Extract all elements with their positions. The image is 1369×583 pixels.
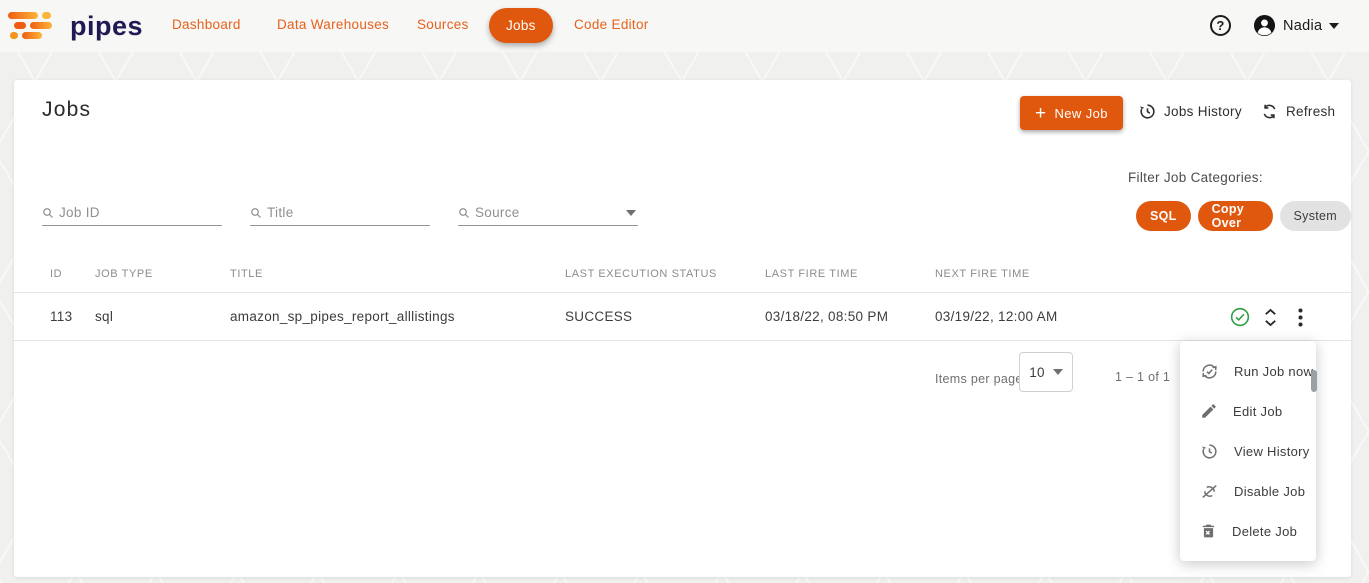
history-clock-icon: [1200, 442, 1219, 461]
table-row: 113 sql amazon_sp_pipes_report_alllistin…: [14, 293, 1351, 341]
menu-item-label: Disable Job: [1234, 484, 1305, 499]
new-job-label: New Job: [1055, 106, 1108, 121]
dropdown-caret-icon: [1053, 369, 1063, 375]
menu-item-edit-job[interactable]: Edit Job: [1180, 391, 1316, 431]
refresh-button[interactable]: Refresh: [1260, 102, 1335, 121]
job-id-filter-field[interactable]: [42, 200, 222, 226]
items-per-page-value: 10: [1029, 365, 1045, 380]
jobs-history-label: Jobs History: [1164, 104, 1242, 119]
cell-next-fire-time: 03/19/22, 12:00 AM: [935, 309, 1058, 324]
chip-sql[interactable]: SQL: [1136, 201, 1191, 231]
col-header-title: TITLE: [230, 268, 263, 280]
nav-item-sources[interactable]: Sources: [417, 17, 469, 32]
run-job-icon: [1200, 362, 1219, 381]
sort-unfold-icon[interactable]: [1263, 308, 1283, 328]
menu-item-run-job-now[interactable]: Run Job now: [1180, 351, 1316, 391]
pagination-range: 1 – 1 of 1: [1115, 370, 1170, 384]
col-header-next-fire-time: NEXT FIRE TIME: [935, 268, 1030, 280]
jobs-history-button[interactable]: Jobs History: [1138, 102, 1242, 121]
new-job-button[interactable]: + New Job: [1020, 96, 1123, 130]
menu-item-disable-job[interactable]: Disable Job: [1180, 471, 1316, 511]
cell-id: 113: [50, 309, 72, 324]
nav-item-dashboard[interactable]: Dashboard: [172, 17, 241, 32]
more-vert-icon[interactable]: [1298, 308, 1318, 328]
filter-categories-label: Filter Job Categories:: [1128, 170, 1263, 185]
items-per-page-label: Items per page:: [935, 372, 1026, 386]
nav-item-jobs-active[interactable]: Jobs: [489, 8, 553, 43]
dropdown-caret-icon: [626, 210, 636, 216]
brand-logo[interactable]: pipes: [8, 9, 143, 43]
table-header-row: ID JOB TYPE TITLE LAST EXECUTION STATUS …: [14, 256, 1351, 293]
chip-copy-over[interactable]: Copy Over: [1198, 201, 1273, 231]
cell-title: amazon_sp_pipes_report_alllistings: [230, 309, 455, 324]
user-menu[interactable]: Nadia: [1253, 14, 1339, 37]
cell-status: SUCCESS: [565, 309, 632, 324]
jobs-panel: Jobs + New Job Jobs History Refresh: [14, 80, 1351, 577]
search-icon: [42, 207, 54, 219]
chevron-down-icon: [1329, 23, 1339, 29]
avatar-icon: [1253, 14, 1276, 37]
top-navigation-bar: pipes Dashboard Data Warehouses Sources …: [0, 0, 1369, 52]
search-icon: [250, 207, 262, 219]
source-select-input[interactable]: [475, 205, 621, 220]
user-name: Nadia: [1283, 18, 1322, 34]
edit-pencil-icon: [1200, 402, 1218, 420]
help-icon[interactable]: ?: [1210, 15, 1231, 36]
chip-system[interactable]: System: [1280, 201, 1351, 231]
brand-name: pipes: [70, 11, 143, 42]
job-id-input[interactable]: [59, 205, 222, 220]
refresh-icon: [1260, 102, 1279, 121]
cell-job-type: sql: [95, 309, 113, 324]
row-actions-context-menu: Run Job now Edit Job View History: [1180, 341, 1316, 561]
nav-item-code-editor[interactable]: Code Editor: [574, 17, 649, 32]
delete-trash-icon: [1200, 522, 1217, 540]
title-filter-field[interactable]: [250, 200, 430, 226]
cell-last-fire-time: 03/18/22, 08:50 PM: [765, 309, 888, 324]
disable-slash-icon: [1200, 482, 1219, 501]
refresh-label: Refresh: [1286, 104, 1335, 119]
enabled-check-icon[interactable]: [1230, 307, 1250, 327]
history-clock-icon: [1138, 102, 1157, 121]
pipes-logo-icon: [8, 9, 60, 43]
category-chips: SQL Copy Over System: [1136, 201, 1351, 231]
menu-item-delete-job[interactable]: Delete Job: [1180, 511, 1316, 551]
items-per-page-select[interactable]: 10: [1019, 352, 1073, 392]
page-title: Jobs: [42, 98, 91, 122]
menu-item-label: Delete Job: [1232, 524, 1297, 539]
col-header-id: ID: [50, 268, 62, 280]
menu-item-label: Run Job now: [1234, 364, 1313, 379]
menu-item-view-history[interactable]: View History: [1180, 431, 1316, 471]
scrollbar-thumb[interactable]: [1311, 370, 1317, 392]
col-header-job-type: JOB TYPE: [95, 268, 153, 280]
menu-item-label: View History: [1234, 444, 1310, 459]
menu-item-label: Edit Job: [1233, 404, 1282, 419]
title-input[interactable]: [267, 205, 430, 220]
source-filter-field[interactable]: [458, 200, 638, 226]
col-header-last-fire-time: LAST FIRE TIME: [765, 268, 858, 280]
col-header-last-execution-status: LAST EXECUTION STATUS: [565, 268, 717, 280]
nav-item-data-warehouses[interactable]: Data Warehouses: [277, 17, 389, 32]
plus-icon: +: [1035, 104, 1047, 123]
search-icon: [458, 207, 470, 219]
